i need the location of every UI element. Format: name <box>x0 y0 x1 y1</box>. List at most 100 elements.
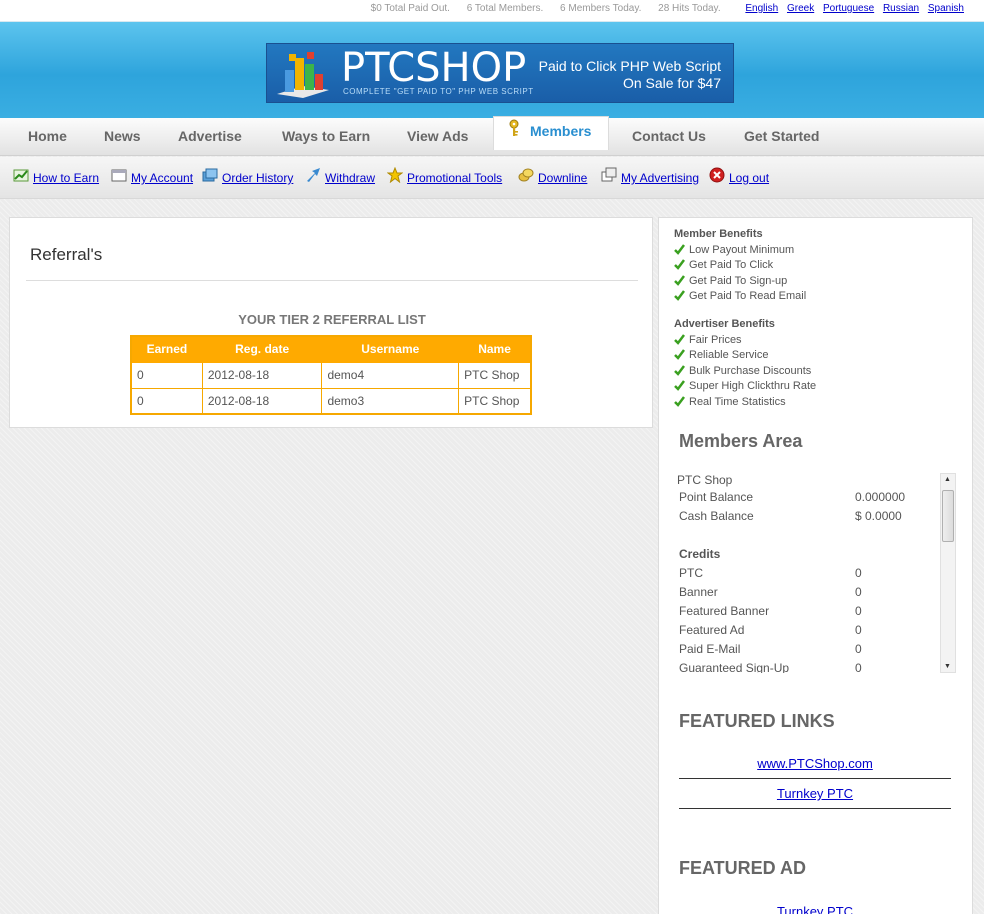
banner-promo-line2: On Sale for $47 <box>622 75 721 91</box>
referral-table: Earned Reg. date Username Name 0 2012-08… <box>130 335 532 415</box>
subnav-withdraw[interactable]: Withdraw <box>307 168 376 185</box>
credit-value-paid-email: 0 <box>855 642 862 656</box>
benefit-label: Real Time Statistics <box>689 396 786 408</box>
featured-ad-title: FEATURED AD <box>679 858 806 878</box>
subnav-my-advertising[interactable]: My Advertising <box>601 167 699 185</box>
referral-list-title: YOUR TIER 2 REFERRAL LIST <box>238 312 426 327</box>
subnav-log-out[interactable]: Log out <box>709 167 770 185</box>
arrow-icon <box>307 168 320 182</box>
cell-name: PTC Shop <box>458 387 532 415</box>
benefit-item: Reliable Service <box>674 349 768 361</box>
total-paid-stat: $0 Total Paid Out. <box>370 3 450 14</box>
check-icon <box>674 275 685 286</box>
col-reg-date: Reg. date <box>201 335 323 363</box>
members-area-title: Members Area <box>679 431 803 451</box>
member-name: PTC Shop <box>677 473 733 487</box>
subnav-promotional-tools[interactable]: Promotional Tools <box>387 167 503 185</box>
benefit-item: Bulk Purchase Discounts <box>674 365 811 377</box>
featured-link-divider <box>679 778 951 779</box>
credit-label-banner: Banner <box>679 585 718 599</box>
credit-label-ptc: PTC <box>679 566 703 580</box>
check-icon <box>674 334 685 345</box>
col-earned: Earned <box>130 335 203 363</box>
benefit-item: Real Time Statistics <box>674 396 786 408</box>
credit-value-featured-banner: 0 <box>855 604 862 618</box>
windows-icon <box>601 167 617 182</box>
check-icon <box>674 380 685 391</box>
ptcshop-banner[interactable]: PTCSHOP COMPLETE "GET PAID TO" PHP WEB S… <box>266 43 734 103</box>
nav-get-started[interactable]: Get Started <box>744 128 819 144</box>
credit-label-paid-email: Paid E-Mail <box>679 642 741 656</box>
window-icon <box>111 169 127 182</box>
point-balance-label: Point Balance <box>679 490 754 504</box>
cell-earned: 0 <box>130 387 203 415</box>
lang-spanish-link[interactable]: Spanish <box>928 3 964 14</box>
nav-members[interactable]: Members <box>493 116 609 150</box>
subnav-my-account[interactable]: My Account <box>111 169 194 185</box>
subnav-how-to-earn[interactable]: How to Earn <box>13 169 100 185</box>
stats-bar: $0 Total Paid Out. 6 Total Members. 6 Me… <box>0 0 984 22</box>
site-header: PTCSHOP COMPLETE "GET PAID TO" PHP WEB S… <box>0 22 984 118</box>
star-icon <box>387 167 403 183</box>
featured-link-turnkey[interactable]: Turnkey PTC <box>679 786 951 801</box>
subnav-withdraw-label: Withdraw <box>325 171 376 185</box>
credit-label-featured-ad: Featured Ad <box>679 623 745 637</box>
table-row: 0 2012-08-18 demo4 PTC Shop <box>130 361 532 389</box>
subnav-log-out-label: Log out <box>729 171 770 185</box>
credits-title: Credits <box>679 547 721 561</box>
page-title: Referral's <box>30 245 103 264</box>
scroll-up-icon[interactable]: ▲ <box>944 476 951 483</box>
benefit-item: Low Payout Minimum <box>674 244 794 256</box>
benefit-label: Reliable Service <box>689 349 769 361</box>
featured-link-divider <box>679 808 951 809</box>
total-members-stat: 6 Total Members. <box>466 3 544 14</box>
credit-value-featured-ad: 0 <box>855 623 862 637</box>
nav-advertise[interactable]: Advertise <box>178 128 242 144</box>
cash-balance-label: Cash Balance <box>679 509 754 523</box>
subnav-promotional-tools-label: Promotional Tools <box>407 171 503 185</box>
member-benefits-title: Member Benefits <box>674 228 763 240</box>
scroll-thumb[interactable] <box>942 490 954 542</box>
nav-view-ads[interactable]: View Ads <box>407 128 468 144</box>
benefit-item: Super High Clickthru Rate <box>674 380 816 392</box>
subnav-how-to-earn-label: How to Earn <box>33 171 100 185</box>
cubes-logo-icon <box>277 52 329 98</box>
scroll-down-icon[interactable]: ▼ <box>944 663 951 670</box>
credit-label-guaranteed-signup: Guaranteed Sign-Up <box>679 661 790 673</box>
subnav-order-history[interactable]: Order History <box>202 168 294 185</box>
banner-tagline: COMPLETE "GET PAID TO" PHP WEB SCRIPT <box>343 87 534 96</box>
chart-up-icon <box>13 169 29 182</box>
lang-russian-link[interactable]: Russian <box>883 3 919 14</box>
subnav-order-history-label: Order History <box>222 171 294 185</box>
featured-link-ptcshop[interactable]: www.PTCShop.com <box>679 756 951 771</box>
nav-news[interactable]: News <box>104 128 141 144</box>
nav-contact-us[interactable]: Contact Us <box>632 128 706 144</box>
check-icon <box>674 396 685 407</box>
credit-value-ptc: 0 <box>855 566 862 580</box>
benefit-item: Fair Prices <box>674 334 742 346</box>
nav-ways-to-earn[interactable]: Ways to Earn <box>282 128 370 144</box>
subnav-downline[interactable]: Downline <box>518 168 587 185</box>
benefit-item: Get Paid To Sign-up <box>674 275 787 287</box>
table-row: 0 2012-08-18 demo3 PTC Shop <box>130 387 532 415</box>
nav-home[interactable]: Home <box>28 128 67 144</box>
coins-icon <box>518 168 534 182</box>
benefit-label: Get Paid To Click <box>689 259 774 271</box>
check-icon <box>674 365 685 376</box>
benefit-label: Get Paid To Sign-up <box>689 275 788 287</box>
col-username: Username <box>321 335 460 363</box>
cell-username: demo3 <box>321 387 460 415</box>
lang-greek-link[interactable]: Greek <box>787 3 814 14</box>
benefit-item: Get Paid To Click <box>674 259 773 271</box>
featured-ad-link[interactable]: Turnkey PTC <box>679 904 951 914</box>
close-circle-icon <box>709 167 725 183</box>
lang-portuguese-link[interactable]: Portuguese <box>823 3 874 14</box>
lang-english-link[interactable]: English <box>745 3 778 14</box>
subnav-my-account-label: My Account <box>131 171 194 185</box>
check-icon <box>674 349 685 360</box>
members-area-scrollbar[interactable]: ▲ ▼ <box>940 473 956 673</box>
cell-name: PTC Shop <box>458 361 532 389</box>
benefit-item: Get Paid To Read Email <box>674 290 806 302</box>
cell-earned: 0 <box>130 361 203 389</box>
advertiser-benefits-title: Advertiser Benefits <box>674 318 775 330</box>
